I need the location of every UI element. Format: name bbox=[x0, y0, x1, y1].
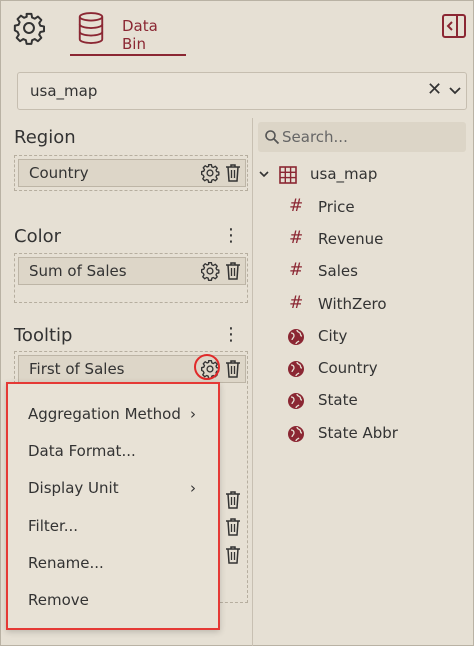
chevron-down-icon[interactable] bbox=[258, 168, 270, 180]
region-pill[interactable]: Country bbox=[18, 159, 246, 187]
measure-hash-icon: # bbox=[289, 196, 304, 216]
menu-item-aggregation-method[interactable]: Aggregation Method › bbox=[8, 396, 218, 432]
region-drop-zone[interactable]: Country bbox=[14, 155, 248, 191]
gear-icon[interactable] bbox=[12, 11, 46, 45]
tooltip-options-icon[interactable]: ⋮ bbox=[222, 325, 240, 345]
globe-icon bbox=[288, 393, 304, 409]
trash-icon[interactable] bbox=[224, 163, 242, 183]
color-section-title: Color bbox=[14, 226, 61, 247]
field-label: State Abbr bbox=[318, 424, 398, 442]
menu-item-label: Display Unit bbox=[28, 479, 119, 497]
trash-icon[interactable] bbox=[224, 490, 242, 510]
field-label: Sales bbox=[318, 262, 358, 280]
trash-icon[interactable] bbox=[224, 517, 242, 537]
color-options-icon[interactable]: ⋮ bbox=[222, 226, 240, 246]
field-item-sales[interactable]: # Sales bbox=[285, 260, 465, 284]
field-label: WithZero bbox=[318, 295, 387, 313]
gear-highlight-circle bbox=[194, 354, 220, 380]
trash-icon[interactable] bbox=[224, 545, 242, 565]
menu-item-label: Aggregation Method bbox=[28, 405, 181, 423]
gear-icon[interactable] bbox=[200, 163, 220, 183]
table-icon bbox=[279, 166, 297, 184]
search-icon bbox=[265, 130, 280, 145]
menu-item-data-format[interactable]: Data Format... bbox=[8, 433, 218, 469]
measure-hash-icon: # bbox=[289, 260, 304, 280]
menu-item-rename[interactable]: Rename... bbox=[8, 545, 218, 581]
submenu-arrow-icon: › bbox=[190, 405, 196, 423]
globe-icon bbox=[288, 361, 304, 377]
pill-label: Sum of Sales bbox=[29, 262, 127, 280]
measure-hash-icon: # bbox=[289, 293, 304, 313]
field-search-box[interactable]: Search... bbox=[258, 122, 466, 152]
context-menu: Aggregation Method › Data Format... Disp… bbox=[6, 382, 220, 630]
database-icon bbox=[78, 12, 104, 44]
active-tab-indicator bbox=[70, 54, 186, 56]
menu-item-label: Remove bbox=[28, 591, 89, 609]
search-placeholder: Search... bbox=[282, 128, 348, 146]
menu-item-label: Filter... bbox=[28, 517, 79, 535]
menu-item-filter[interactable]: Filter... bbox=[8, 508, 218, 544]
globe-icon bbox=[288, 426, 304, 442]
measure-hash-icon: # bbox=[289, 228, 304, 248]
top-tab-bar: Data Bin bbox=[0, 0, 474, 58]
field-item-revenue[interactable]: # Revenue bbox=[285, 228, 465, 252]
chevron-down-icon[interactable] bbox=[448, 84, 462, 98]
color-pill[interactable]: Sum of Sales bbox=[18, 257, 246, 285]
field-label: Country bbox=[318, 359, 378, 377]
field-item-state[interactable]: State bbox=[285, 389, 465, 413]
field-item-country[interactable]: Country bbox=[285, 357, 465, 381]
menu-item-label: Rename... bbox=[28, 554, 104, 572]
menu-item-display-unit[interactable]: Display Unit › bbox=[8, 470, 218, 506]
field-item-withzero[interactable]: # WithZero bbox=[285, 293, 465, 317]
menu-item-remove[interactable]: Remove bbox=[8, 582, 218, 618]
color-drop-zone[interactable]: Sum of Sales bbox=[14, 253, 248, 303]
trash-icon[interactable] bbox=[224, 261, 242, 281]
submenu-arrow-icon: › bbox=[190, 479, 196, 497]
globe-icon bbox=[288, 329, 304, 345]
clear-icon[interactable]: ✕ bbox=[427, 79, 442, 100]
dataset-select[interactable]: usa_map ✕ bbox=[17, 72, 467, 110]
field-item-state-abbr[interactable]: State Abbr bbox=[285, 422, 465, 446]
tab-label: Data Bin bbox=[122, 17, 158, 53]
panel-toggle-icon[interactable] bbox=[441, 13, 467, 39]
field-item-city[interactable]: City bbox=[285, 325, 465, 349]
field-label: Revenue bbox=[318, 230, 384, 248]
pill-label: First of Sales bbox=[29, 360, 125, 378]
gear-icon[interactable] bbox=[200, 261, 220, 281]
region-section-title: Region bbox=[14, 127, 76, 148]
dataset-value: usa_map bbox=[30, 82, 98, 100]
menu-item-label: Data Format... bbox=[28, 442, 136, 460]
field-item-price[interactable]: # Price bbox=[285, 196, 465, 220]
field-label: City bbox=[318, 327, 348, 345]
tooltip-section-title: Tooltip bbox=[14, 325, 73, 346]
tree-root-usa-map[interactable]: usa_map bbox=[258, 163, 458, 187]
tab-data-bin[interactable]: Data Bin bbox=[70, 0, 186, 56]
field-label: State bbox=[318, 391, 358, 409]
trash-icon[interactable] bbox=[224, 359, 242, 379]
tree-root-label: usa_map bbox=[310, 165, 378, 183]
field-label: Price bbox=[318, 198, 355, 216]
pill-label: Country bbox=[29, 164, 89, 182]
column-divider bbox=[252, 118, 253, 646]
